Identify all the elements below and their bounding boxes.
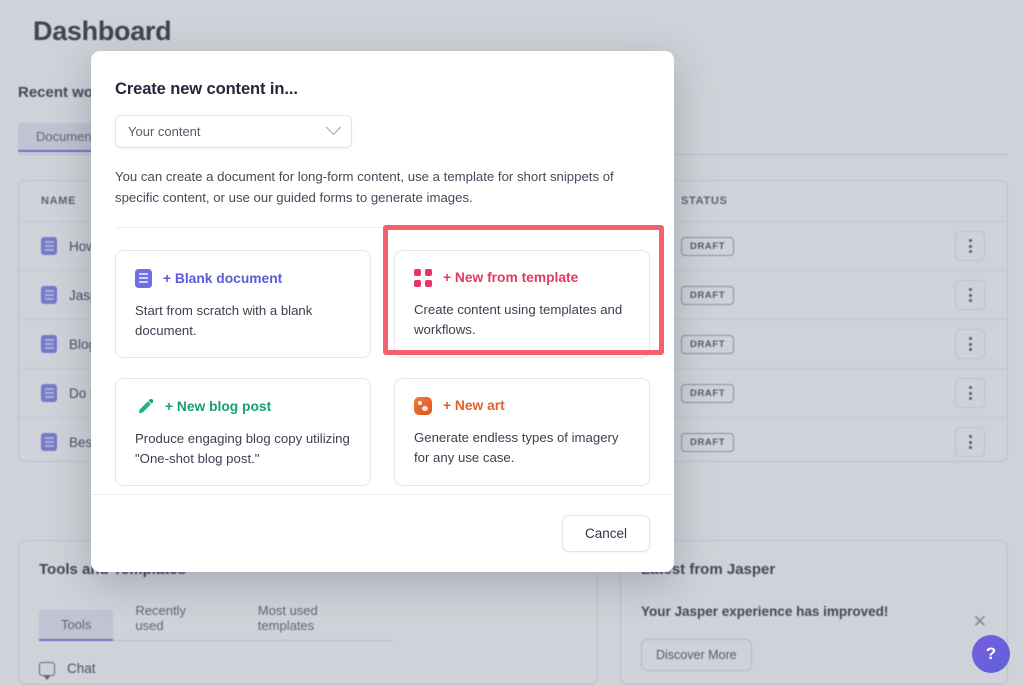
card-header: + New from template (414, 269, 630, 287)
blank-document-icon (135, 269, 152, 288)
chevron-down-icon (326, 119, 342, 135)
card-description: Create content using templates and workf… (414, 300, 630, 341)
card-description: Generate endless types of imagery for an… (414, 428, 630, 469)
card-new-art[interactable]: + New art Generate endless types of imag… (394, 378, 650, 486)
card-new-from-template[interactable]: + New from template Create content using… (394, 250, 650, 358)
pencil-icon (135, 397, 154, 416)
template-grid-icon (414, 269, 432, 287)
modal-header: Create new content in... Your content Yo… (91, 51, 674, 228)
content-type-cards: + Blank document Start from scratch with… (91, 228, 674, 486)
help-button[interactable]: ? (972, 635, 1010, 673)
create-new-content-modal: Create new content in... Your content Yo… (91, 51, 674, 572)
card-title: + New from template (443, 270, 578, 285)
card-new-blog-post[interactable]: + New blog post Produce engaging blog co… (115, 378, 371, 486)
card-title: + Blank document (163, 271, 282, 286)
content-location-select[interactable]: Your content (115, 115, 352, 148)
art-palette-icon (414, 397, 432, 415)
card-description: Produce engaging blog copy utilizing "On… (135, 429, 351, 470)
modal-description: You can create a document for long-form … (115, 166, 640, 209)
card-title: + New art (443, 398, 505, 413)
modal-footer: Cancel (91, 494, 674, 572)
card-blank-document[interactable]: + Blank document Start from scratch with… (115, 250, 371, 358)
card-description: Start from scratch with a blank document… (135, 301, 351, 342)
card-header: + New blog post (135, 397, 351, 416)
select-value: Your content (128, 124, 328, 139)
card-header: + New art (414, 397, 630, 415)
modal-title: Create new content in... (115, 80, 650, 99)
card-header: + Blank document (135, 269, 351, 288)
card-title: + New blog post (165, 399, 271, 414)
cancel-button[interactable]: Cancel (562, 515, 650, 552)
